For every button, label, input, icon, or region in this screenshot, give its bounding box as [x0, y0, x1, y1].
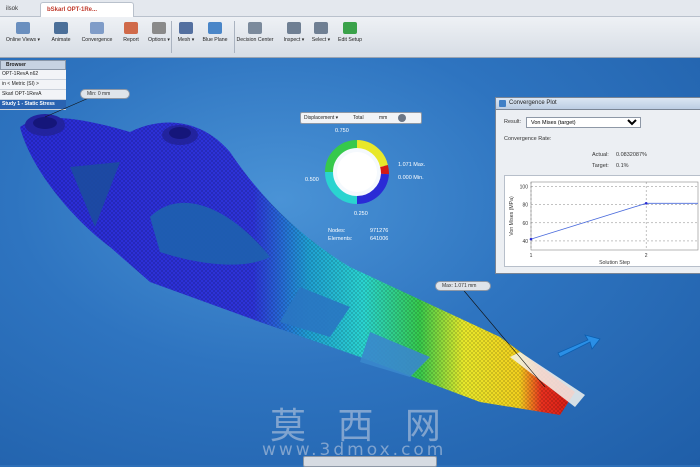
legend-dial [325, 140, 389, 205]
decision-center-button[interactable]: Decision Center [236, 20, 274, 54]
result-label: Result: [504, 119, 522, 125]
convergence-data-point [644, 202, 648, 205]
result-component-dropdown[interactable]: Total [353, 114, 364, 122]
blue-plane-button[interactable]: Blue Plane [196, 20, 234, 54]
online-views-label: Online Views ▾ [5, 37, 41, 43]
x-tick-label: 1 [530, 253, 533, 259]
mesh-label: Mesh ▾ [177, 37, 195, 43]
y-tick-label: 100 [520, 185, 529, 191]
load-arrow-icon [557, 334, 601, 358]
report-label: Report [123, 37, 139, 43]
actual-label: Actual: [592, 152, 609, 158]
mesh-icon [179, 22, 193, 34]
decision-center-label: Decision Center [236, 37, 274, 43]
ribbon-separator [234, 21, 235, 53]
elements-value: 641006 [370, 236, 389, 242]
gear-icon[interactable] [398, 114, 406, 122]
target-label: Target: [592, 163, 609, 169]
plot-frame [530, 181, 699, 251]
y-tick-label: 60 [522, 221, 528, 227]
x-tick-label: 2 [645, 253, 648, 259]
convergence-icon [90, 22, 104, 34]
actual-value: 0.0832087% [616, 152, 647, 158]
max-callout[interactable]: Max: 1.071 mm [435, 281, 491, 291]
animate-button[interactable]: Animate [42, 20, 80, 54]
convergence-series-line [530, 202, 698, 240]
legend-label-top: 0.750 [335, 128, 349, 134]
convergence-rate-label: Convergence Rate: [504, 136, 552, 142]
edit-setup-label: Edit Setup [338, 37, 362, 43]
convergence-button[interactable]: Convergence [78, 20, 116, 54]
min-callout[interactable]: Min: 0 mm [80, 89, 130, 99]
convergence-title-bar[interactable]: Convergence Plot [496, 98, 700, 110]
ribbon-toolbar: Online Views ▾ Animate Convergence Repor… [0, 17, 700, 58]
x-axis-label: Solution Step [599, 260, 630, 266]
select-icon [314, 22, 328, 34]
result-select[interactable]: Von Mises (target) [526, 117, 641, 128]
convergence-plot-window[interactable]: Convergence Plot Result: Von Mises (targ… [495, 97, 700, 274]
online-views-icon [16, 22, 30, 34]
legend-label-max: 1.071 Max. [398, 162, 426, 168]
result-type-dropdown[interactable]: Displacement ▾ [304, 114, 338, 122]
online-views-button[interactable]: Online Views ▾ [4, 20, 42, 54]
y-axis-label: Von Mises (MPa) [509, 196, 515, 236]
legend-label-left: 0.500 [305, 177, 319, 183]
legend-red-band [380, 164, 389, 175]
inspect-icon [287, 22, 301, 34]
target-value: 0.1% [616, 163, 629, 169]
decision-center-icon [248, 22, 262, 34]
nodes-label: Nodes: [328, 228, 346, 234]
document-tab-bar: ilsok bSkarl OPT-1Re... [0, 0, 700, 17]
result-unit-dropdown[interactable]: mm [379, 114, 387, 122]
tab-active-document[interactable]: bSkarl OPT-1Re... [40, 2, 134, 17]
y-tick-label: 40 [522, 239, 528, 245]
convergence-title: Convergence Plot [509, 100, 557, 106]
legend-label-min: 0.000 Min. [398, 175, 424, 181]
edit-setup-button[interactable]: Edit Setup [331, 20, 369, 54]
select-label: Select ▾ [311, 37, 331, 43]
options-icon [152, 22, 166, 34]
animate-label: Animate [51, 37, 71, 43]
legend-dial-hole [337, 152, 377, 192]
y-tick-label: 80 [522, 203, 528, 209]
elements-label: Elements: [328, 236, 353, 242]
legend-label-bottom: 0.250 [354, 211, 368, 217]
tab-other-2[interactable] [520, 2, 532, 16]
blue-plane-label: Blue Plane [202, 37, 228, 43]
convergence-label: Convergence [81, 37, 113, 43]
convergence-chart: 40 60 80 100 1 2 Solution Step Von Mises (MPa) [509, 181, 699, 266]
tab-other[interactable] [180, 2, 192, 16]
window-icon [499, 100, 506, 107]
report-icon [124, 22, 138, 34]
plane-icon [208, 22, 222, 34]
navigation-bar[interactable] [303, 456, 437, 467]
nodes-value: 971276 [370, 228, 389, 234]
convergence-chart-area: 40 60 80 100 1 2 Solution Step Von Mises (MPa) [504, 175, 700, 267]
checkmark-icon [343, 22, 357, 34]
result-toolbar: Displacement ▾ Total mm [300, 112, 422, 124]
animate-icon [54, 22, 68, 34]
convergence-data-point [529, 237, 533, 241]
